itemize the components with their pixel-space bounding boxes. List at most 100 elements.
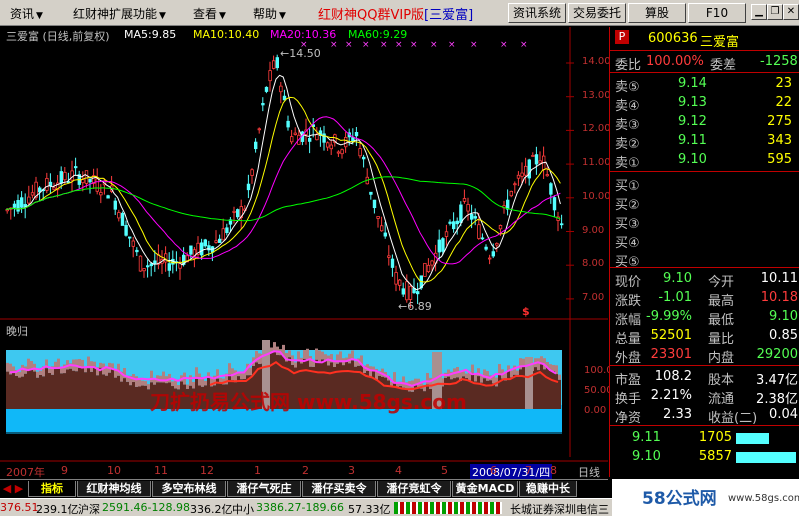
indicator-bar-top: [306, 348, 309, 360]
menu-extensions-label: 红财神扩展功能: [73, 7, 158, 21]
tab-1[interactable]: 红财神均线: [77, 481, 151, 497]
menu-help[interactable]: 帮助 ▼: [253, 5, 286, 22]
indicator-bar: [522, 366, 525, 409]
candle-body: [379, 225, 384, 232]
indicator-bar: [99, 367, 102, 409]
menu-view[interactable]: 查看 ▼: [193, 5, 226, 22]
weicha-value: -1258: [760, 54, 798, 69]
indicator-bar-top: [54, 361, 57, 368]
sell-level-label: 卖②: [615, 137, 640, 152]
indicator-bar: [66, 369, 69, 409]
candle-body: [484, 246, 488, 250]
indicator-bar: [555, 374, 558, 409]
minimize-icon[interactable]: ▁: [751, 4, 767, 20]
indicator-bar-top: [348, 353, 351, 364]
tab-0[interactable]: 指标: [28, 481, 76, 497]
trade-order-button[interactable]: 交易委托: [568, 3, 626, 23]
indicator-bar: [492, 383, 495, 409]
stat-value: 108.2: [654, 369, 692, 384]
high-price-value: 14.50: [289, 47, 321, 60]
sell-row[interactable]: 卖⑤ 9.14 23: [610, 75, 799, 95]
candle-body: [336, 151, 341, 154]
indicator-bar-top: [204, 380, 207, 386]
candle-body: [12, 203, 17, 208]
candle-body: [261, 102, 265, 106]
buy-row[interactable]: 买①: [610, 174, 799, 194]
menu-extensions[interactable]: 红财神扩展功能 ▼: [73, 5, 166, 22]
sell-level-label: 卖①: [615, 156, 640, 171]
indicator-bar-top: [558, 374, 561, 380]
stat-value: 0.04: [769, 407, 798, 422]
candle-body: [307, 137, 312, 142]
sell-row[interactable]: 卖② 9.11 343: [610, 132, 799, 152]
buy-row[interactable]: 买②: [610, 193, 799, 213]
indicator-bar: [75, 371, 78, 409]
stat-label: 净资: [615, 411, 642, 426]
candle-body: [127, 236, 132, 239]
signal-marker: ×: [520, 40, 528, 50]
tick-price: 9.10: [632, 449, 661, 464]
restore-icon[interactable]: ❐: [767, 4, 783, 20]
menu-zixun[interactable]: 资讯 ▼: [10, 5, 43, 22]
candle-body: [189, 245, 193, 255]
close-icon[interactable]: ✕: [783, 4, 799, 20]
stat-label: 外盘: [615, 351, 642, 366]
site-logo: 58公式网 www.58gs.com: [612, 479, 799, 516]
candle-body: [214, 240, 218, 243]
indicator-bar-top: [27, 358, 30, 370]
tab-2[interactable]: 多空布林线: [152, 481, 226, 497]
sell-volume: 23: [775, 76, 792, 91]
tab-7[interactable]: 稳赚中长: [519, 481, 577, 497]
candle-body: [329, 144, 333, 150]
price-tick-label: 13.00: [582, 89, 611, 101]
sz-label: 沪深: [78, 503, 100, 516]
f10-button[interactable]: F10: [688, 3, 746, 23]
candle-body: [369, 191, 373, 195]
signal-marker: ×: [470, 40, 478, 50]
candle-body: [387, 255, 391, 258]
stat-value: 2.33: [663, 407, 692, 422]
indicator-bar: [141, 385, 144, 409]
chevron-down-icon: ▼: [279, 11, 286, 21]
indicator-bar: [558, 379, 561, 409]
candle-body: [217, 238, 222, 243]
buy-row[interactable]: 买③: [610, 212, 799, 232]
sell-row[interactable]: 卖③ 9.12 275: [610, 113, 799, 133]
calc-stock-button[interactable]: 算股: [628, 3, 686, 23]
tab-scroll-left-icon[interactable]: ◀: [2, 481, 12, 497]
sell-volume: 22: [775, 95, 792, 110]
divider: [610, 365, 799, 366]
sell-row[interactable]: 卖④ 9.13 22: [610, 94, 799, 114]
kline-chart[interactable]: × × × × × × × × × × × × 三爱富 (日线,前复权) MA5:9.85 MA10:…: [0, 27, 613, 480]
x-tick-label: 4: [395, 464, 402, 477]
menu-view-label: 查看: [193, 7, 218, 21]
indicator-bar: [117, 375, 120, 409]
candle-body: [282, 95, 287, 101]
sell-row[interactable]: 卖① 9.10 595: [610, 151, 799, 171]
candle-body: [487, 257, 492, 260]
tab-3[interactable]: 潘仔气死庄: [227, 481, 301, 497]
tab-4[interactable]: 潘仔买卖令: [302, 481, 376, 497]
tab-6[interactable]: 黄金MACD: [452, 481, 518, 497]
zx-amount: 57.33亿: [348, 503, 391, 516]
candle-body: [45, 178, 49, 191]
candle-body: [372, 199, 377, 209]
chevron-down-icon: ▼: [36, 11, 43, 21]
buy-row[interactable]: 买④: [610, 231, 799, 251]
candle-body: [477, 224, 481, 239]
indicator-bar: [93, 367, 96, 409]
indicator-bar-top: [354, 361, 357, 367]
buy-level-label: 买④: [615, 236, 640, 251]
app-title-text: 红财神QQ群VIP版: [318, 8, 425, 23]
ma60-label: MA60:9.29: [348, 28, 408, 41]
indicator-bar: [537, 370, 540, 409]
candle-body: [531, 155, 535, 157]
tab-5[interactable]: 潘仔竞虹令: [377, 481, 451, 497]
tab-scroll-right-icon[interactable]: ▶: [14, 481, 24, 497]
indicator-tabs: ◀ ▶ 指标 红财神均线 多空布林线 潘仔气死庄 潘仔买卖令 潘仔竞虹令 黄金MACD 稳赚中…: [0, 479, 623, 497]
indicator-bar: [480, 382, 483, 409]
signal-marker: ×: [430, 40, 438, 50]
candle-body: [95, 178, 99, 192]
info-system-button[interactable]: 资讯系统: [508, 3, 566, 23]
candle-body: [27, 196, 31, 204]
